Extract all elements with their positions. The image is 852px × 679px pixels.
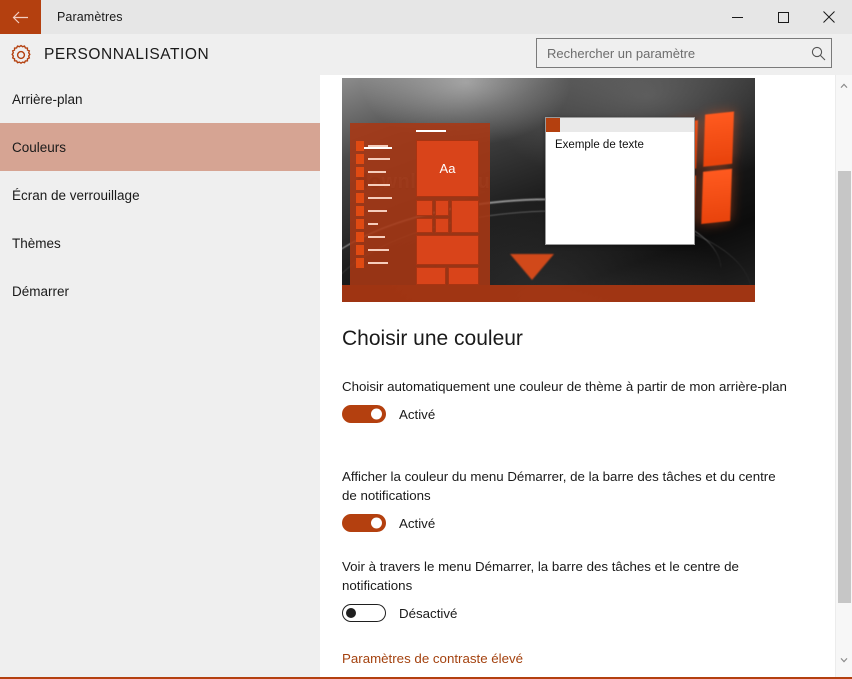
setting-transparency: Voir à travers le menu Démarrer, la barr… bbox=[342, 557, 790, 622]
scrollbar-thumb[interactable] bbox=[838, 171, 851, 603]
setting-toggle-row: Désactivé bbox=[342, 604, 790, 622]
sidebar-item-label: Démarrer bbox=[12, 283, 70, 299]
minimize-icon bbox=[731, 12, 743, 23]
preview-tiles-header-line bbox=[416, 130, 446, 132]
page-title: PERSONNALISATION bbox=[44, 45, 210, 63]
minimize-button[interactable] bbox=[714, 0, 760, 34]
chevron-up-icon bbox=[840, 76, 848, 94]
title-bar: Paramètres bbox=[0, 0, 852, 34]
sidebar: Arrière-plan Couleurs Écran de verrouill… bbox=[0, 75, 320, 677]
setting-toggle-row: Activé bbox=[342, 405, 790, 423]
search-input[interactable] bbox=[537, 40, 805, 66]
chevron-down-icon bbox=[840, 650, 848, 668]
sidebar-item-demarrer[interactable]: Démarrer bbox=[0, 267, 320, 315]
close-button[interactable] bbox=[806, 0, 852, 34]
preview-tiles: Aa bbox=[416, 130, 479, 285]
preview-tile bbox=[451, 200, 479, 233]
arrow-left-icon bbox=[12, 11, 29, 24]
page-header: PERSONNALISATION bbox=[0, 34, 852, 75]
setting-toggle-row: Activé bbox=[342, 514, 790, 532]
scrollbar-down-button[interactable] bbox=[836, 650, 852, 667]
preview-tile bbox=[435, 218, 449, 233]
window-controls bbox=[714, 0, 852, 34]
preview-tile bbox=[416, 200, 433, 216]
content-scrollbar[interactable] bbox=[835, 75, 852, 677]
setting-auto-accent-color: Choisir automatiquement une couleur de t… bbox=[342, 377, 790, 423]
preview-sample-window: Exemple de texte bbox=[545, 117, 695, 245]
setting-label: Choisir automatiquement une couleur de t… bbox=[342, 379, 787, 394]
preview-tile bbox=[448, 267, 479, 285]
preview-tile bbox=[435, 200, 449, 216]
toggle-auto-accent-color[interactable] bbox=[342, 405, 386, 423]
preview-sample-window-text: Exemple de texte bbox=[555, 139, 644, 151]
maximize-icon bbox=[777, 11, 789, 23]
sidebar-item-couleurs[interactable]: Couleurs bbox=[0, 123, 320, 171]
section-title: Choisir une couleur bbox=[342, 327, 523, 350]
maximize-button[interactable] bbox=[760, 0, 806, 34]
gear-icon bbox=[0, 43, 41, 67]
preview-tile bbox=[416, 218, 433, 233]
preview-tile-label: Aa bbox=[439, 161, 456, 176]
setting-label: Afficher la couleur du menu Démarrer, de… bbox=[342, 469, 776, 503]
preview-sample-window-icon bbox=[546, 118, 560, 132]
body: Arrière-plan Couleurs Écran de verrouill… bbox=[0, 75, 852, 677]
toggle-state-label: Désactivé bbox=[399, 605, 458, 621]
search-icon[interactable] bbox=[805, 46, 831, 61]
settings-window: Paramètres PERSONNALISATION Rechercher u… bbox=[0, 0, 852, 679]
preview-app-list bbox=[356, 140, 392, 270]
close-icon bbox=[823, 11, 835, 23]
sidebar-item-label: Arrière-plan bbox=[12, 91, 83, 107]
back-button[interactable] bbox=[0, 0, 41, 34]
setting-show-color-on-start: Afficher la couleur du menu Démarrer, de… bbox=[342, 467, 790, 532]
preview-sample-window-titlebar bbox=[546, 118, 694, 132]
toggle-state-label: Activé bbox=[399, 406, 436, 422]
sidebar-item-label: Thèmes bbox=[12, 235, 61, 251]
search-box[interactable] bbox=[536, 38, 832, 68]
preview-tile-font: Aa bbox=[416, 140, 479, 197]
toggle-transparency[interactable] bbox=[342, 604, 386, 622]
sidebar-item-themes[interactable]: Thèmes bbox=[0, 219, 320, 267]
theme-preview: downloadsou bbox=[342, 78, 755, 302]
wallpaper-triangle bbox=[510, 254, 554, 280]
setting-label: Voir à travers le menu Démarrer, la barr… bbox=[342, 559, 739, 593]
high-contrast-settings-link[interactable]: Paramètres de contraste élevé bbox=[342, 651, 523, 666]
preview-start-menu: Aa bbox=[350, 123, 490, 285]
content-pane: downloadsou bbox=[320, 75, 852, 677]
preview-taskbar bbox=[342, 285, 755, 302]
sidebar-item-label: Écran de verrouillage bbox=[12, 187, 140, 203]
sidebar-item-label: Couleurs bbox=[12, 139, 67, 155]
scrollbar-up-button[interactable] bbox=[836, 76, 852, 93]
preview-tile bbox=[416, 267, 446, 285]
sidebar-item-arriere-plan[interactable]: Arrière-plan bbox=[0, 75, 320, 123]
window-title: Paramètres bbox=[57, 10, 123, 24]
toggle-show-color-on-start[interactable] bbox=[342, 514, 386, 532]
toggle-state-label: Activé bbox=[399, 515, 436, 531]
sidebar-item-ecran-de-verrouillage[interactable]: Écran de verrouillage bbox=[0, 171, 320, 219]
preview-tile bbox=[416, 235, 479, 265]
